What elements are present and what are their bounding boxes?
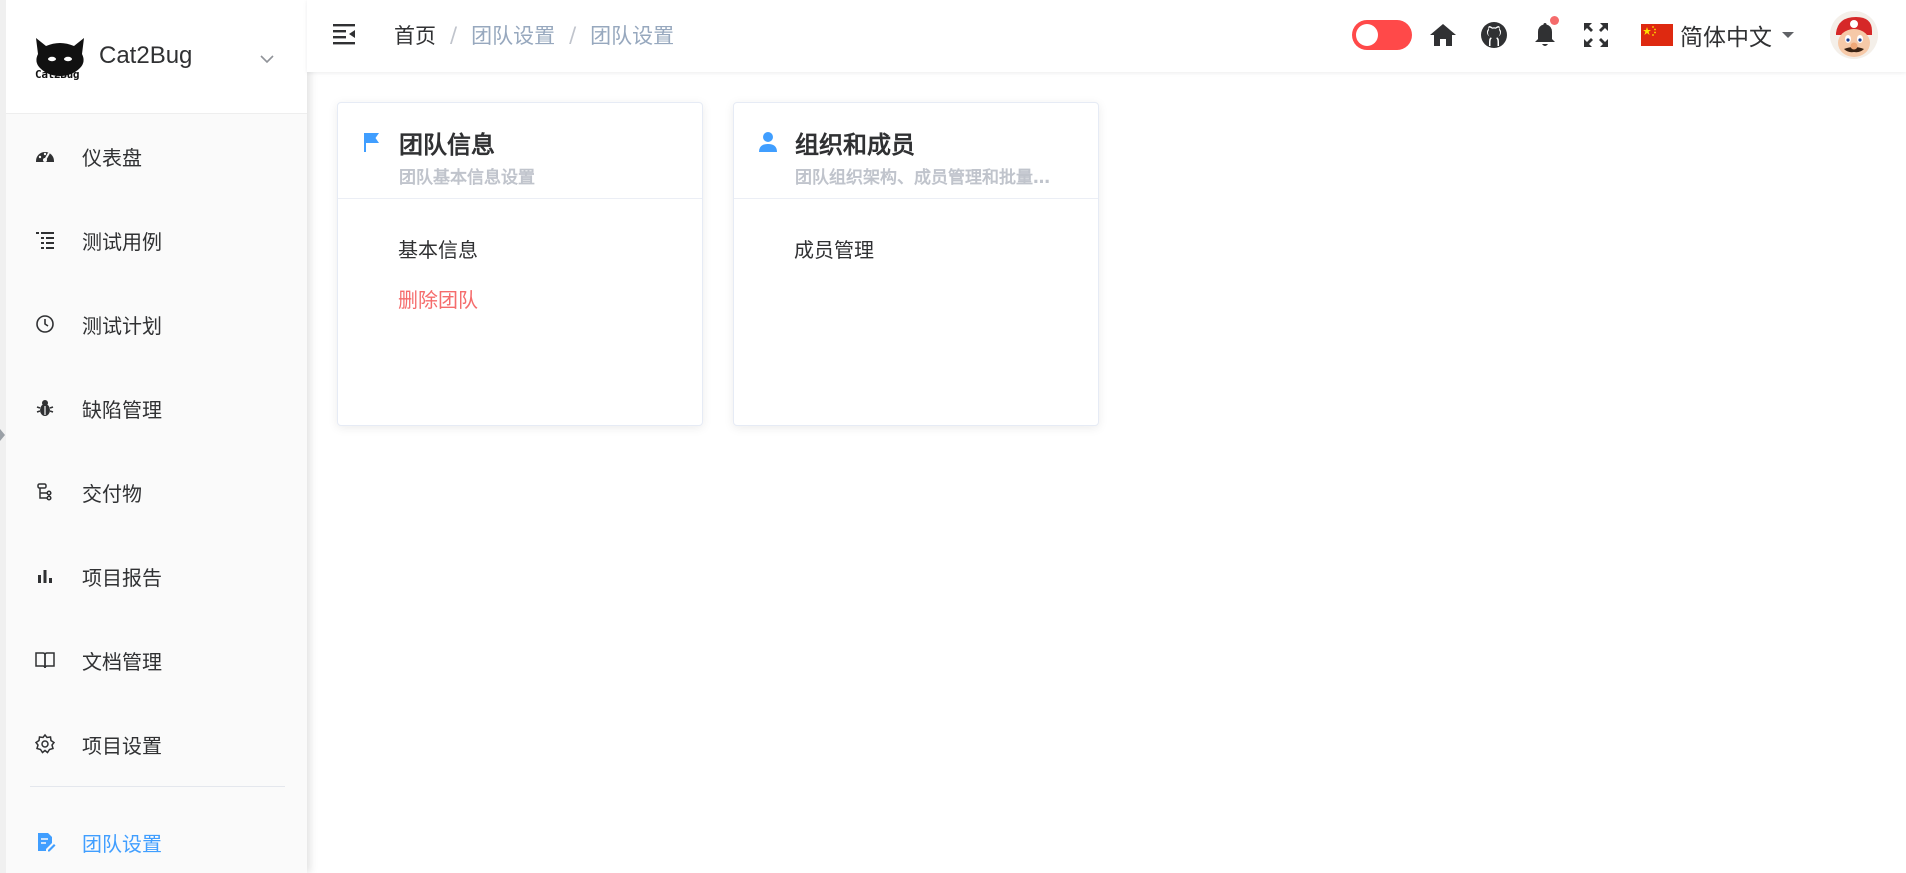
card-subtitle: 团队组织架构、成员管理和批量… [795,168,1050,188]
bar-chart-icon [34,565,56,587]
breadcrumb-home[interactable]: 首页 [394,20,436,50]
caret-down-icon [1782,32,1794,38]
top-navbar: 首页 / 团队设置 / 团队设置 简体中文 [307,0,1906,72]
sidebar-item-test-plan[interactable]: 测试计划 [6,282,307,366]
chevron-down-icon[interactable] [258,50,276,68]
sidebar-menu: 仪表盘 测试用例 测试计划 缺陷管理 交付物 项目报告 文档管理 项目设置 团队… [6,114,307,873]
sidebar-item-label: 团队设置 [82,831,162,856]
card-links: 成员管理 [794,225,874,275]
clock-icon [34,313,56,335]
user-avatar[interactable] [1830,11,1878,59]
breadcrumb-current: 团队设置 [590,24,675,48]
app-root: Cat2Bug Cat2Bug 仪表盘 测试用例 测试计划 缺陷管理 交付物 项… [0,0,1906,873]
list-icon [34,229,56,251]
breadcrumb-separator: / [450,23,458,47]
dashboard-icon [34,145,56,167]
sidebar-item-dashboard[interactable]: 仪表盘 [6,114,307,198]
logo-caption: Cat2Bug [35,68,80,81]
sidebar-item-deliverables[interactable]: 交付物 [6,450,307,534]
github-icon[interactable] [1479,20,1509,50]
bug-icon [34,397,56,419]
sidebar-item-label: 测试用例 [82,229,162,254]
language-label: 简体中文 [1680,25,1772,51]
card-title: 团队信息 [399,131,495,159]
toggle-knob [1356,24,1378,46]
sidebar-item-label: 交付物 [82,481,142,506]
delete-team-link[interactable]: 删除团队 [398,275,478,325]
sidebar-item-test-cases[interactable]: 测试用例 [6,198,307,282]
card-subtitle: 团队基本信息设置 [399,168,535,188]
breadcrumb-team-settings: 团队设置 [471,24,556,48]
basic-info-link[interactable]: 基本信息 [398,225,478,275]
member-management-link[interactable]: 成员管理 [794,225,874,275]
home-icon[interactable] [1428,20,1458,50]
sidebar-collapse-arrow-icon[interactable] [0,429,5,441]
fullscreen-icon[interactable] [1581,20,1611,50]
sidebar-item-label: 项目报告 [82,565,162,590]
sidebar-item-label: 测试计划 [82,313,162,338]
sidebar-item-project-settings[interactable]: 项目设置 [6,702,307,786]
sidebar-item-label: 文档管理 [82,649,162,674]
breadcrumb-separator: / [569,23,577,47]
sidebar-item-label: 仪表盘 [82,145,142,170]
sidebar-item-label: 项目设置 [82,733,162,758]
sidebar-item-defects[interactable]: 缺陷管理 [6,366,307,450]
team-info-card: 团队信息 团队基本信息设置 基本信息 删除团队 [337,102,703,426]
tree-icon [34,481,56,503]
card-header: 组织和成员 团队组织架构、成员管理和批量… [734,103,1098,199]
theme-toggle-switch[interactable] [1352,20,1412,50]
menu-fold-icon[interactable] [333,22,359,46]
sidebar-item-team-settings[interactable]: 团队设置 [6,787,307,873]
notification-badge [1550,16,1559,25]
china-flag-icon [1641,24,1673,46]
sidebar-item-label: 缺陷管理 [82,397,162,422]
bell-icon[interactable] [1530,16,1560,50]
card-links: 基本信息 删除团队 [398,225,478,325]
brand-name: Cat2Bug [99,42,193,69]
user-icon [759,132,777,152]
document-edit-icon [34,831,56,853]
card-title: 组织和成员 [795,131,915,159]
sidebar-item-documents[interactable]: 文档管理 [6,618,307,702]
gear-icon [34,733,56,755]
organization-members-card: 组织和成员 团队组织架构、成员管理和批量… 成员管理 [733,102,1099,426]
sidebar: Cat2Bug Cat2Bug 仪表盘 测试用例 测试计划 缺陷管理 交付物 项… [0,0,307,873]
flag-icon [364,133,379,152]
brand-header: Cat2Bug Cat2Bug [6,0,307,114]
language-selector[interactable]: 简体中文 [1641,18,1794,52]
breadcrumb: 首页 / 团队设置 / 团队设置 [394,20,674,50]
book-icon [34,649,56,671]
sidebar-item-reports[interactable]: 项目报告 [6,534,307,618]
card-header: 团队信息 团队基本信息设置 [338,103,702,199]
